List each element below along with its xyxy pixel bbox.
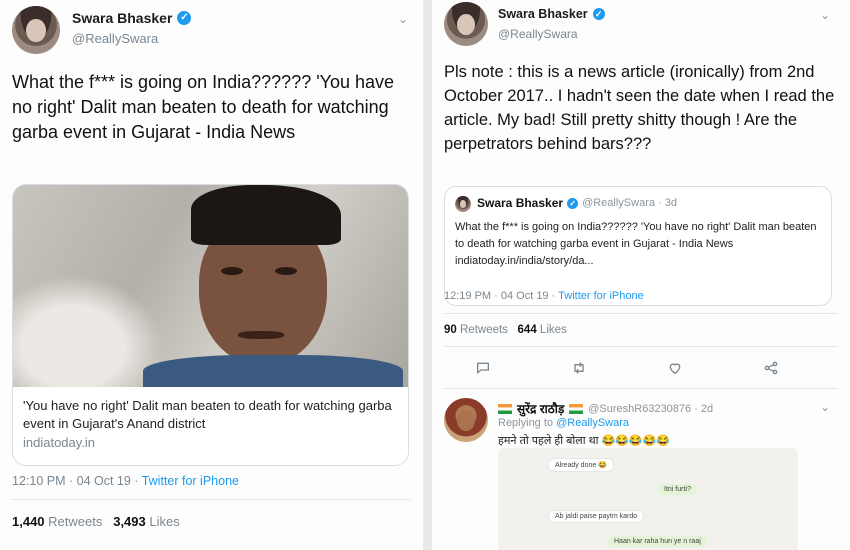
author-name[interactable]: Swara Bhasker <box>72 10 172 26</box>
author-name-row: Swara Bhasker ✓ <box>498 7 605 21</box>
chevron-down-icon[interactable]: ⌄ <box>820 8 830 22</box>
reply-icon[interactable] <box>472 358 494 378</box>
link-card[interactable]: 'You have no right' Dalit man beaten to … <box>12 184 409 466</box>
reply-author-name[interactable]: सुरेंद्र राठौड़ <box>517 400 564 417</box>
card-image <box>13 185 408 387</box>
retweets-stat[interactable]: 90 Retweets <box>444 324 508 336</box>
reply-tweet[interactable]: सुरेंद्र राठौड़ @SureshR63230876 · 2d ⌄ … <box>432 392 850 550</box>
author-handle[interactable]: @ReallySwara <box>498 27 578 41</box>
quoted-tweet[interactable]: Swara Bhasker ✓ @ReallySwara · 3d What t… <box>444 186 832 306</box>
author-avatar[interactable] <box>444 2 488 46</box>
divider <box>444 388 838 389</box>
tweet-meta: 12:19 PM · 04 Oct 19 · Twitter for iPhon… <box>444 290 644 302</box>
chat-bubble: Already done 😂 <box>548 458 614 472</box>
tweet-text: What the f*** is going on India?????? 'Y… <box>12 72 395 142</box>
tweet-source[interactable]: Twitter for iPhone <box>142 474 239 488</box>
reply-avatar[interactable] <box>444 398 488 442</box>
tweet-text: Pls note : this is a news article (ironi… <box>444 63 835 153</box>
replying-handle[interactable]: @ReallySwara <box>556 417 629 429</box>
author-name[interactable]: Swara Bhasker <box>498 7 588 21</box>
verified-badge-icon: ✓ <box>592 8 605 20</box>
tweet-left: Swara Bhasker ✓ @ReallySwara ⌄ What the … <box>0 0 423 550</box>
verified-badge-icon: ✓ <box>567 197 579 209</box>
verified-badge-icon: ✓ <box>177 11 192 25</box>
action-bar <box>432 358 850 378</box>
divider <box>12 499 411 500</box>
replying-to: Replying to @ReallySwara <box>498 417 630 429</box>
author-avatar[interactable] <box>12 6 60 54</box>
share-icon[interactable] <box>760 358 782 378</box>
india-flag-icon <box>498 403 512 414</box>
likes-stat[interactable]: 3,493 Likes <box>113 514 180 529</box>
tweet-stats: 90 Retweets 644 Likes <box>444 324 567 336</box>
tweet-time: 12:19 PM · 04 Oct 19 <box>444 290 549 302</box>
chevron-down-icon[interactable]: ⌄ <box>820 400 830 414</box>
tweet-right: Swara Bhasker ✓ @ReallySwara ⌄ Pls note … <box>432 0 850 550</box>
chat-bubble: Itni furti? <box>658 484 697 495</box>
quoted-author-handle: @ReallySwara · 3d <box>582 197 677 209</box>
quoted-author-name: Swara Bhasker <box>477 196 564 210</box>
chat-bubble: Ab jaldi paise paytm kardo <box>548 510 645 523</box>
likes-stat[interactable]: 644 Likes <box>518 324 567 336</box>
divider <box>444 313 838 314</box>
author-handle[interactable]: @ReallySwara <box>72 31 158 46</box>
tweet-source[interactable]: Twitter for iPhone <box>558 290 644 302</box>
tweet-time: 12:10 PM · 04 Oct 19 <box>12 474 131 488</box>
heart-icon[interactable] <box>664 358 686 378</box>
card-title: 'You have no right' Dalit man beaten to … <box>23 398 392 431</box>
retweet-icon[interactable] <box>568 358 590 378</box>
india-flag-icon <box>569 403 584 414</box>
retweets-stat[interactable]: 1,440 Retweets <box>12 514 102 529</box>
chat-screenshot[interactable]: Already done 😂 Itni furti? Ab jaldi pais… <box>498 448 798 550</box>
chevron-down-icon[interactable]: ⌄ <box>398 12 408 26</box>
card-domain: indiatoday.in <box>23 435 96 450</box>
tweet-stats: 1,440 Retweets 3,493 Likes <box>12 514 180 529</box>
tweet-meta: 12:10 PM · 04 Oct 19 · Twitter for iPhon… <box>12 474 239 488</box>
chat-bubble: Haan kar raha hun ye n raaj <box>608 536 707 547</box>
author-name-row: Swara Bhasker ✓ <box>72 10 192 26</box>
quoted-text: What the f*** is going on India?????? 'Y… <box>455 221 817 267</box>
reply-text: हमने तो पहले ही बोला था 😂😂😂😂😂 <box>498 435 671 447</box>
divider <box>444 346 838 347</box>
quoted-avatar <box>455 196 471 212</box>
reply-header: सुरेंद्र राठौड़ @SureshR63230876 · 2d <box>498 400 713 417</box>
reply-author-handle[interactable]: @SureshR63230876 · 2d <box>588 403 713 415</box>
quoted-author: Swara Bhasker ✓ @ReallySwara · 3d <box>477 196 677 210</box>
